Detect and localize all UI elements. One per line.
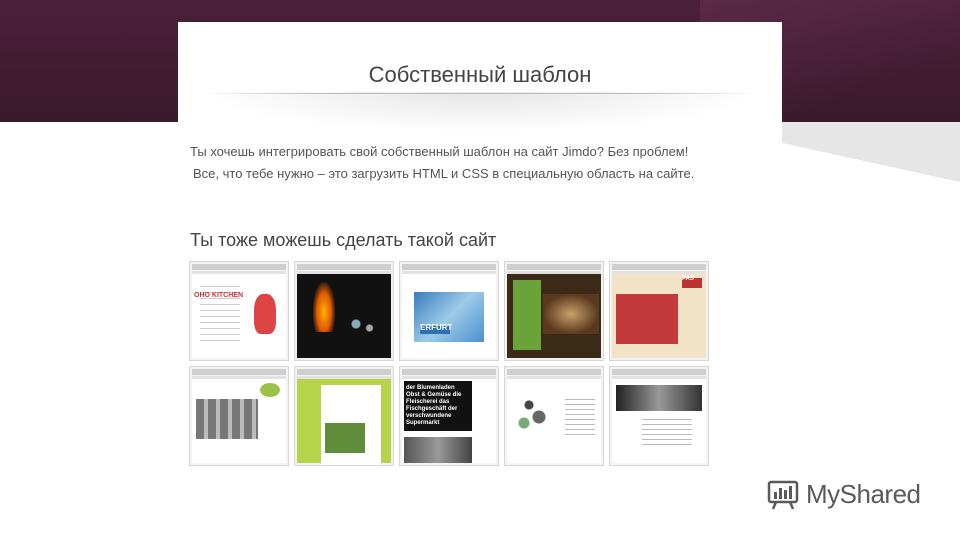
intro-line-2: Все, что тебе нужно – это загрузить HTML…: [193, 166, 695, 181]
title-divider: [205, 93, 755, 94]
decorative-wedge: [782, 122, 960, 182]
myshared-watermark: MyShared: [766, 474, 921, 514]
myshared-logo-icon: [767, 480, 799, 510]
template-thumbnail[interactable]: [504, 261, 604, 361]
intro-text: Ты хочешь интегрировать свой собственный…: [190, 141, 710, 185]
template-thumbnail[interactable]: ERFURT: [399, 261, 499, 361]
template-gallery: OHO KITCHEN ERFURT PAS der Blumenladen O…: [189, 261, 711, 466]
template-thumbnail[interactable]: [504, 366, 604, 466]
template-thumbnail[interactable]: OHO KITCHEN: [189, 261, 289, 361]
thumbnail-caption: der Blumenladen Obst & Gemüse die Fleisc…: [406, 385, 462, 426]
thumbnail-caption: ERFURT: [420, 323, 453, 332]
template-thumbnail[interactable]: PAS: [609, 261, 709, 361]
template-thumbnail[interactable]: [609, 366, 709, 466]
gallery-heading: Ты тоже можешь сделать такой сайт: [190, 230, 497, 250]
thumbnail-caption: PAS: [682, 276, 694, 282]
watermark-label: MyShared: [806, 478, 921, 509]
intro-line-1: Ты хочешь интегрировать свой собственный…: [190, 144, 689, 159]
template-thumbnail[interactable]: der Blumenladen Obst & Gemüse die Fleisc…: [399, 366, 499, 466]
slide-title: Собственный шаблон: [368, 62, 592, 87]
thumbnail-caption: OHO KITCHEN: [194, 292, 243, 299]
template-thumbnail[interactable]: [294, 261, 394, 361]
title-shadow: [200, 92, 760, 132]
template-thumbnail[interactable]: [189, 366, 289, 466]
template-thumbnail[interactable]: [294, 366, 394, 466]
